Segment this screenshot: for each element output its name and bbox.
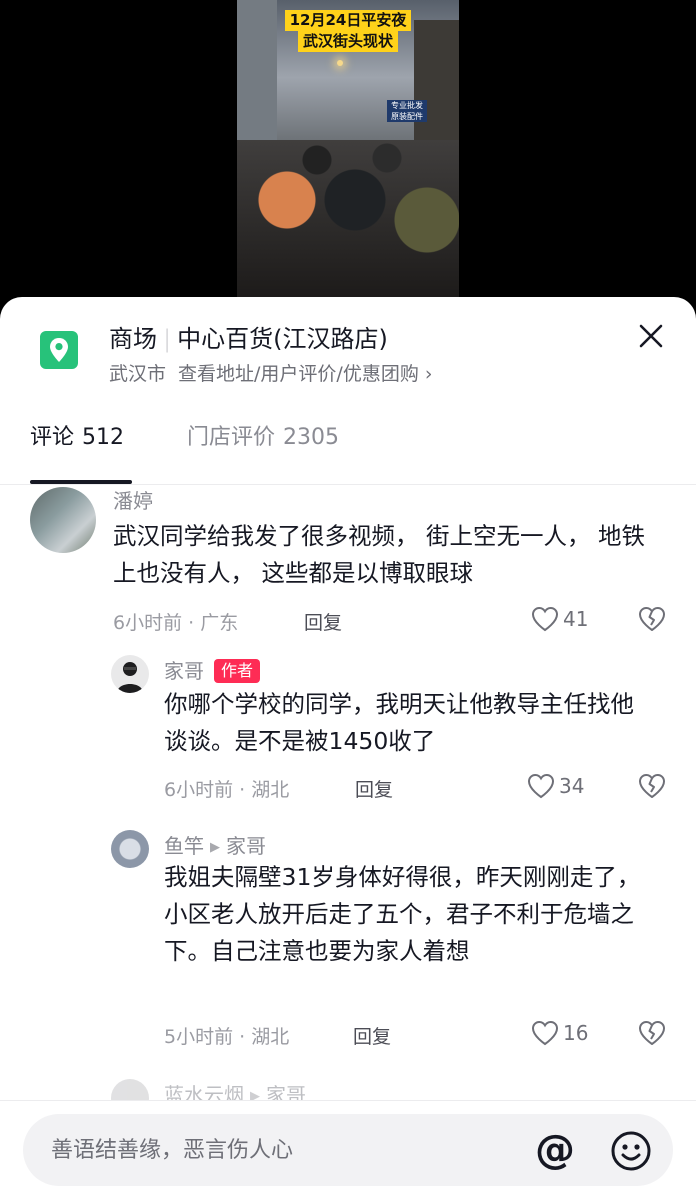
reply-item: 鱼竿 ▶ 家哥 我姐夫隔壁31岁身体好得很，昨天刚刚走了，小区老人放开后走了五个，君… bbox=[0, 830, 696, 1070]
avatar[interactable] bbox=[111, 1079, 149, 1100]
poi-city: 武汉市 bbox=[109, 363, 167, 385]
tab-active-indicator bbox=[30, 480, 132, 484]
video-preview[interactable]: 专业批发 原装配件 12月24日平安夜 武汉街头现状 bbox=[237, 0, 459, 310]
tab-store-reviews-label: 门店评价 bbox=[187, 425, 276, 450]
video-caption-line1: 12月24日平安夜 bbox=[284, 10, 412, 31]
tab-store-reviews-count: 2305 bbox=[283, 425, 340, 450]
reply-arrow-icon: ▶ bbox=[250, 1089, 260, 1100]
avatar[interactable] bbox=[111, 830, 149, 868]
like-button[interactable]: 41 bbox=[531, 606, 588, 632]
reply-item: 蓝水云烟 ▶ 家哥 bbox=[0, 1079, 696, 1100]
reply-text: 你哪个学校的同学，我明天让他教导主任找他谈谈。是不是被1450收了 bbox=[164, 690, 634, 755]
reply-username: 家哥 作者 bbox=[164, 655, 261, 684]
comment-item: 潘婷 武汉同学给我发了很多视频， 街上空无一人， 地铁上也没有人， 这些都是以博… bbox=[0, 485, 696, 645]
close-icon[interactable] bbox=[634, 319, 668, 353]
tab-comments[interactable]: 评论 512 bbox=[30, 419, 124, 451]
reply-item: 家哥 作者 你哪个学校的同学，我明天让他教导主任找他谈谈。是不是被1450收了 6… bbox=[0, 655, 696, 835]
reply-meta: 6小时前 · 湖北 bbox=[164, 779, 290, 801]
poi-subtitle[interactable]: 武汉市 查看地址/用户评价/优惠团购 › bbox=[109, 359, 432, 386]
reply-button[interactable]: 回复 bbox=[304, 608, 342, 635]
reply-username: 蓝水云烟 ▶ 家哥 bbox=[164, 1079, 306, 1100]
broken-heart-icon[interactable] bbox=[638, 773, 666, 803]
heart-icon bbox=[531, 606, 559, 632]
poi-divider: | bbox=[163, 325, 172, 353]
comment-username[interactable]: 潘婷 bbox=[113, 485, 153, 514]
reply-username-text[interactable]: 家哥 bbox=[164, 659, 204, 683]
reply-username: 鱼竿 ▶ 家哥 bbox=[164, 830, 266, 859]
location-pin-icon bbox=[40, 331, 78, 369]
poi-name: 中心百货(江汉路店) bbox=[177, 325, 388, 353]
tab-store-reviews[interactable]: 门店评价 2305 bbox=[187, 419, 339, 451]
comment-input[interactable] bbox=[51, 1114, 511, 1186]
reply-text: 我姐夫隔壁31岁身体好得很，昨天刚刚走了，小区老人放开后走了五个，君子不利于危墙… bbox=[164, 863, 641, 965]
comment-meta: 6小时前 · 广东 bbox=[113, 612, 239, 634]
like-count: 41 bbox=[563, 607, 589, 631]
crowd-scene bbox=[237, 140, 459, 310]
reply-to-username[interactable]: 家哥 bbox=[226, 834, 266, 858]
poi-title[interactable]: 商场 | 中心百货(江汉路店) bbox=[109, 319, 388, 354]
tab-bar: 评论 512 门店评价 2305 bbox=[0, 409, 696, 485]
comment-list[interactable]: 潘婷 武汉同学给我发了很多视频， 街上空无一人， 地铁上也没有人， 这些都是以博… bbox=[0, 485, 696, 1100]
emoji-icon[interactable] bbox=[609, 1129, 653, 1173]
video-caption-line2: 武汉街头现状 bbox=[297, 31, 398, 52]
video-caption: 12月24日平安夜 武汉街头现状 bbox=[268, 10, 428, 52]
comment-text: 武汉同学给我发了很多视频， 街上空无一人， 地铁上也没有人， 这些都是以博取眼球 bbox=[113, 522, 645, 587]
reply-button[interactable]: 回复 bbox=[355, 775, 393, 802]
tab-comments-count: 512 bbox=[82, 425, 125, 450]
reply-button[interactable]: 回复 bbox=[353, 1022, 391, 1049]
comment-sheet: 商场 | 中心百货(江汉路店) 武汉市 查看地址/用户评价/优惠团购 › 评论 512 … bbox=[0, 297, 696, 1200]
avatar[interactable] bbox=[30, 487, 96, 553]
poi-category: 商场 bbox=[109, 325, 157, 353]
reply-meta: 5小时前 · 湖北 bbox=[164, 1026, 290, 1048]
poi-header[interactable]: 商场 | 中心百货(江汉路店) 武汉市 查看地址/用户评价/优惠团购 › bbox=[0, 297, 696, 397]
broken-heart-icon[interactable] bbox=[638, 606, 666, 636]
reply-username-text[interactable]: 鱼竿 bbox=[164, 834, 204, 858]
like-count: 16 bbox=[563, 1021, 589, 1045]
broken-heart-icon[interactable] bbox=[638, 1020, 666, 1050]
comment-input-bar: @ bbox=[0, 1100, 696, 1200]
like-button[interactable]: 16 bbox=[531, 1020, 588, 1046]
reply-arrow-icon: ▶ bbox=[210, 840, 220, 855]
reply-username-text[interactable]: 蓝水云烟 bbox=[164, 1083, 244, 1100]
shop-sign: 专业批发 原装配件 bbox=[387, 100, 427, 122]
mention-at-icon[interactable]: @ bbox=[533, 1129, 577, 1173]
street-light bbox=[337, 60, 343, 66]
heart-icon bbox=[527, 773, 555, 799]
like-count: 34 bbox=[559, 774, 585, 798]
reply-to-username[interactable]: 家哥 bbox=[266, 1083, 306, 1100]
avatar[interactable] bbox=[111, 655, 149, 693]
like-button[interactable]: 34 bbox=[527, 773, 584, 799]
tab-comments-label: 评论 bbox=[30, 425, 75, 450]
chevron-right-icon: › bbox=[424, 363, 433, 385]
heart-icon bbox=[531, 1020, 559, 1046]
author-badge: 作者 bbox=[214, 659, 261, 683]
poi-links: 查看地址/用户评价/优惠团购 bbox=[178, 363, 419, 385]
comment-input-box[interactable]: @ bbox=[23, 1114, 673, 1186]
